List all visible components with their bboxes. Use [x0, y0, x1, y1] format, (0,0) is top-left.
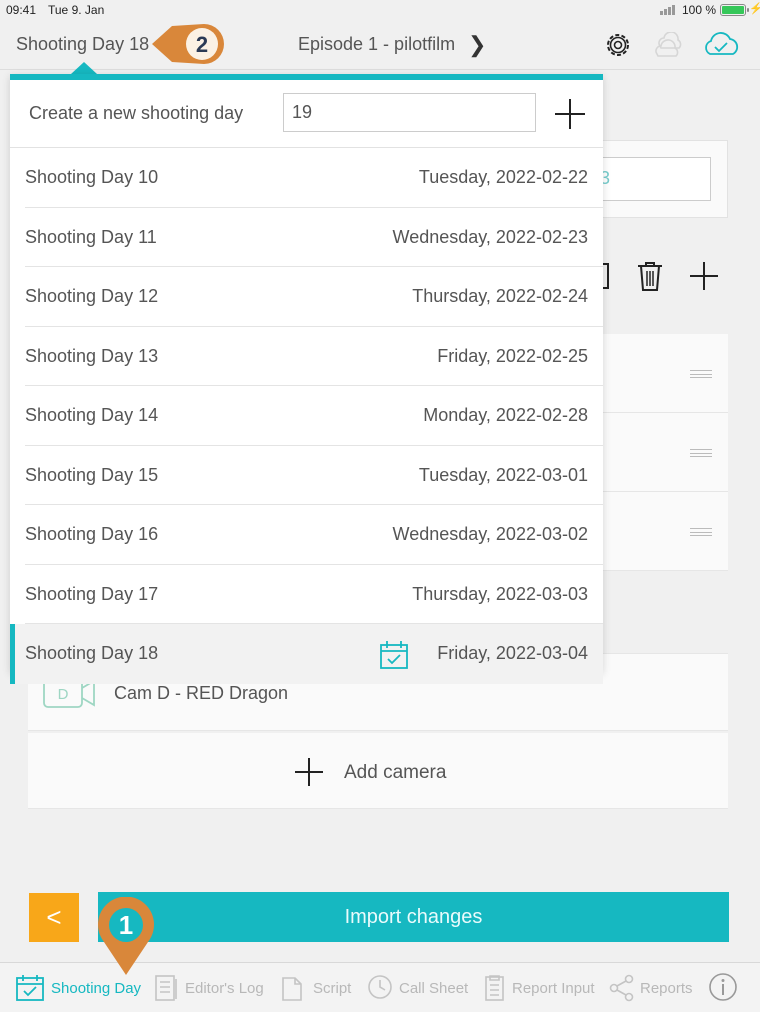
background-field-panel: 3 [590, 140, 728, 218]
tab-report-input[interactable]: Report Input [484, 973, 598, 1003]
background-toolbar [598, 262, 718, 291]
shooting-day-name: Shooting Day 12 [25, 286, 159, 306]
drag-handle-icon[interactable] [690, 449, 712, 457]
shooting-day-date: Monday, 2022-02-28 [423, 405, 588, 425]
callout-badge-1: 1 [98, 897, 154, 975]
tab-reports[interactable]: Reports [608, 973, 696, 1003]
shooting-day-name: Shooting Day 16 [25, 524, 159, 544]
tab-script[interactable]: Script [280, 973, 354, 1003]
tab-reports-label: Reports [640, 980, 693, 997]
status-time: 09:41 [6, 3, 37, 17]
shooting-day-row[interactable]: Shooting Day 12 Thursday, 2022-02-24 [10, 267, 603, 327]
cloud-stack-icon[interactable] [652, 32, 686, 58]
shooting-day-row[interactable]: Shooting Day 17 Thursday, 2022-03-03 [10, 565, 603, 624]
add-icon[interactable] [690, 262, 718, 290]
calendar-icon [16, 975, 44, 1001]
clipboard-icon [485, 975, 504, 1001]
clock-icon [368, 975, 392, 999]
tab-call-sheet-label: Call Sheet [399, 980, 469, 997]
tab-call-sheet[interactable]: Call Sheet [366, 973, 470, 1003]
log-icon [155, 975, 177, 1001]
shooting-day-row[interactable]: Shooting Day 16 Wednesday, 2022-03-02 [10, 505, 603, 565]
create-shooting-day-row: Create a new shooting day [10, 80, 603, 148]
navigation-bar: Shooting Day 18 2 Episode 1 - pilotfilm … [0, 20, 760, 70]
callout-badge-1-label: 1 [119, 910, 133, 940]
drag-handle-icon[interactable] [690, 528, 712, 536]
shooting-day-row[interactable]: Shooting Day 15 Tuesday, 2022-03-01 [10, 446, 603, 505]
status-date: Tue 9. Jan [48, 3, 105, 17]
camera-icon-letter: D [58, 686, 69, 703]
battery-icon [720, 4, 749, 16]
callout-badge-2: 2 [152, 24, 224, 64]
drag-handle-icon[interactable] [690, 370, 712, 378]
chevron-right-icon[interactable]: ❯ [468, 32, 486, 58]
gear-icon[interactable] [603, 30, 633, 60]
callout-badge-2-label: 2 [196, 32, 208, 57]
create-shooting-day-label: Create a new shooting day [29, 103, 244, 123]
info-icon[interactable] [708, 972, 738, 1002]
shooting-day-name: Shooting Day 13 [25, 345, 159, 366]
signal-icon [660, 5, 676, 15]
episode-selector[interactable]: Episode 1 - pilotfilm [298, 34, 455, 55]
share-icon [609, 974, 634, 1002]
popover-arrow [71, 62, 97, 74]
shooting-day-row[interactable]: Shooting Day 10 Tuesday, 2022-02-22 [10, 148, 603, 208]
shooting-day-date: Friday, 2022-02-25 [437, 345, 588, 366]
back-button[interactable]: < [29, 893, 79, 942]
shooting-day-date: Tuesday, 2022-02-22 [418, 167, 588, 187]
cloud-synced-icon[interactable] [702, 30, 740, 58]
tab-shooting-day-label: Shooting Day [51, 980, 142, 997]
current-shooting-day-button[interactable]: Shooting Day 18 [16, 34, 149, 55]
background-field-input[interactable]: 3 [595, 157, 711, 201]
shooting-day-name: Shooting Day 11 [25, 226, 157, 247]
shooting-day-date: Wednesday, 2022-03-02 [392, 524, 588, 544]
tab-report-input-label: Report Input [512, 980, 595, 997]
plus-icon [295, 758, 323, 786]
shooting-day-list: Shooting Day 10 Tuesday, 2022-02-22 Shooti… [10, 148, 603, 684]
add-shooting-day-icon[interactable] [554, 98, 586, 130]
add-camera-button[interactable]: Add camera [28, 733, 728, 809]
shooting-day-date: Thursday, 2022-03-03 [412, 583, 588, 604]
battery-percentage: 100 % [682, 3, 717, 17]
status-bar: 09:41 Tue 9. Jan 100 % ⚡ [0, 0, 760, 20]
shooting-day-row[interactable]: Shooting Day 11 Wednesday, 2022-02-23 [10, 208, 603, 267]
shooting-day-popover: Create a new shooting day Shooting Day 1… [10, 74, 603, 684]
shooting-day-row[interactable]: Shooting Day 14 Monday, 2022-02-28 [10, 386, 603, 446]
tab-shooting-day[interactable]: Shooting Day [15, 973, 145, 1003]
calendar-check-icon [380, 641, 408, 669]
import-changes-button[interactable]: Import changes [98, 892, 729, 942]
camera-label: Cam D - RED Dragon [114, 683, 289, 703]
shooting-day-date: Tuesday, 2022-03-01 [418, 464, 588, 485]
trash-icon[interactable] [638, 262, 662, 291]
shooting-day-row[interactable]: Shooting Day 18 Friday, 2022-03-04 [10, 624, 603, 684]
tab-editors-log[interactable]: Editor's Log [154, 973, 266, 1003]
new-shooting-day-number-input[interactable] [283, 93, 536, 132]
tab-editors-log-label: Editor's Log [185, 980, 264, 997]
shooting-day-name: Shooting Day 14 [25, 405, 159, 425]
shooting-day-date: Friday, 2022-03-04 [437, 643, 588, 663]
add-camera-label: Add camera [344, 762, 447, 783]
shooting-day-name: Shooting Day 18 [25, 643, 159, 663]
shooting-day-date: Thursday, 2022-02-24 [412, 286, 588, 306]
shooting-day-date: Wednesday, 2022-02-23 [392, 226, 588, 247]
script-icon [282, 977, 302, 1001]
shooting-day-name: Shooting Day 10 [25, 167, 159, 187]
shooting-day-name: Shooting Day 15 [25, 464, 159, 485]
tab-script-label: Script [313, 980, 352, 997]
charging-icon: ⚡ [749, 3, 760, 15]
shooting-day-name: Shooting Day 17 [25, 583, 159, 604]
shooting-day-row[interactable]: Shooting Day 13 Friday, 2022-02-25 [10, 327, 603, 386]
